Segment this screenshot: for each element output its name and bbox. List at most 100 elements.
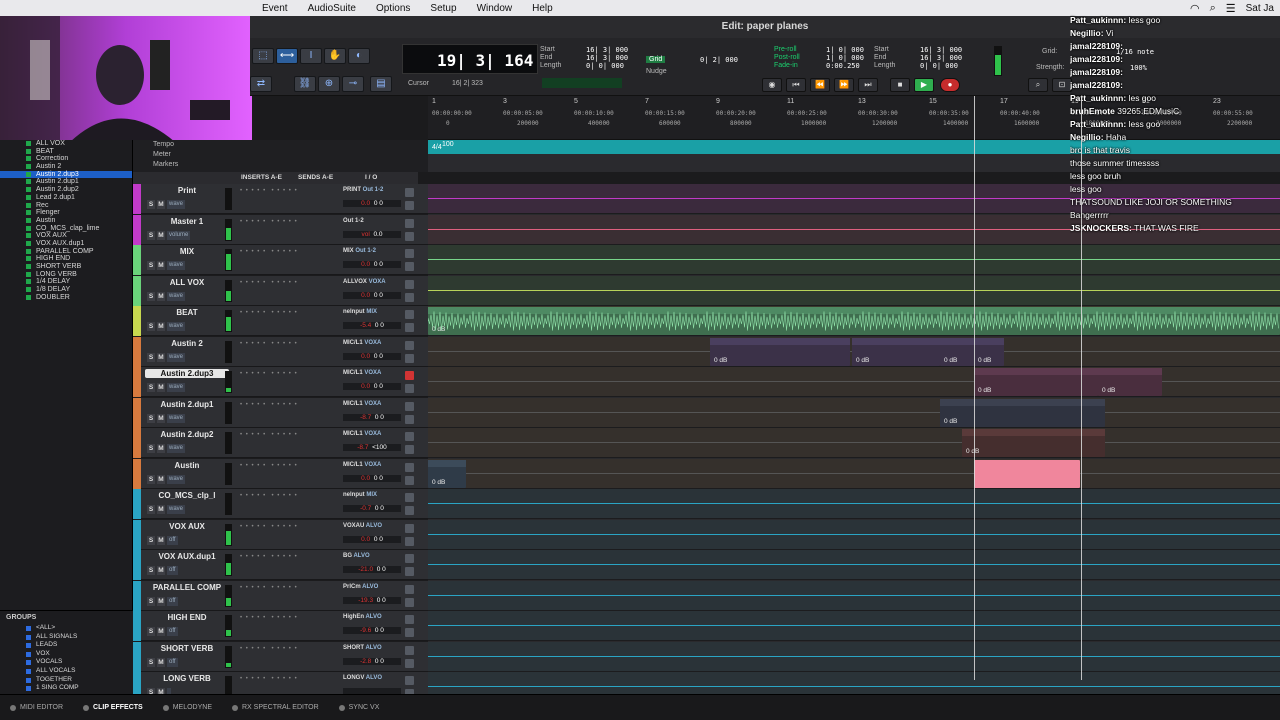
clip-list-item[interactable]: Austin 2.dup1: [0, 178, 132, 186]
track-record-icon[interactable]: [405, 310, 414, 319]
track-name[interactable]: ALL VOX: [145, 278, 229, 287]
track-view-selector[interactable]: wave: [167, 261, 186, 270]
solo-button[interactable]: S: [147, 413, 155, 423]
track-view-selector[interactable]: wave: [167, 322, 186, 331]
mute-button[interactable]: M: [157, 413, 165, 423]
clip-list-item[interactable]: SHORT VERB: [0, 263, 132, 271]
track-header[interactable]: CO_MCS_clp_l S Mwave • • • • • • • • • • nel…: [133, 489, 428, 519]
group-item[interactable]: 1 SING COMP: [0, 684, 133, 693]
mute-button[interactable]: M: [157, 261, 165, 270]
clip-list-item[interactable]: Rec: [0, 202, 132, 210]
track-header[interactable]: Austin 2.dup2 S Mwave • • • • • • • • • • MI…: [133, 428, 428, 458]
tab-rx-spectral-editor[interactable]: RX SPECTRAL EDITOR: [222, 704, 329, 711]
track-volume-pan[interactable]: 0.0 0 0: [343, 474, 401, 482]
fadein-label[interactable]: Fade-in: [774, 62, 798, 69]
mute-button[interactable]: M: [157, 352, 165, 362]
austin2-dup3-clip[interactable]: 0 dB: [1098, 368, 1162, 396]
online-button[interactable]: ◉: [762, 78, 782, 92]
track-view-selector[interactable]: wave: [167, 383, 186, 392]
tab-midi-editor[interactable]: MIDI EDITOR: [0, 704, 73, 711]
go-to-end-button[interactable]: ⏭: [858, 78, 878, 92]
track-playlist-icon[interactable]: [405, 567, 414, 576]
track-playlist-icon[interactable]: [405, 445, 414, 454]
solo-button[interactable]: S: [147, 291, 155, 301]
track-record-icon[interactable]: [405, 615, 414, 624]
track-record-icon[interactable]: [405, 340, 414, 350]
insert-slots[interactable]: • • • • • • • • • •: [240, 493, 338, 499]
mute-button[interactable]: M: [157, 200, 165, 209]
track-name[interactable]: Master 1: [145, 217, 229, 226]
zoom-search-button[interactable]: ⌕: [1028, 78, 1048, 92]
quantize-button[interactable]: ⊡: [1052, 78, 1072, 92]
rewind-button[interactable]: ⏪: [810, 78, 830, 92]
menu-window[interactable]: Window: [467, 3, 523, 14]
tab-melodyne[interactable]: MELODYNE: [153, 704, 222, 711]
track-io[interactable]: MIC/L1 VOXA: [343, 462, 401, 468]
track-view-selector[interactable]: wave: [167, 200, 186, 209]
track-io[interactable]: Out 1-2: [343, 218, 401, 224]
mute-button[interactable]: M: [157, 291, 165, 301]
track-name[interactable]: Austin 2.dup1: [145, 400, 229, 409]
scrubber-tool-button[interactable]: ◐: [348, 48, 370, 64]
solo-button[interactable]: S: [147, 535, 155, 545]
start-value-2[interactable]: 16| 3| 000: [920, 46, 962, 54]
length-value-2[interactable]: 0| 0| 000: [920, 62, 958, 70]
track-lane[interactable]: [428, 397, 1280, 428]
track-lane[interactable]: [428, 672, 1280, 694]
track-name[interactable]: HIGH END: [145, 613, 229, 622]
track-io[interactable]: MIX Out 1-2: [343, 248, 401, 254]
track-header[interactable]: Master 1 S Mvolume • • • • • • • • • • Out 1…: [133, 214, 428, 245]
track-name[interactable]: Print: [145, 186, 229, 195]
track-volume-pan[interactable]: -8.7 <100: [343, 444, 401, 451]
track-name[interactable]: PARALLEL COMP: [145, 583, 229, 592]
track-playlist-icon[interactable]: [405, 658, 414, 668]
tab-sync-vx[interactable]: SYNC VX: [329, 704, 390, 711]
solo-button[interactable]: S: [147, 596, 155, 606]
zoom-tool-button[interactable]: ⬚: [252, 48, 274, 64]
menu-event[interactable]: Event: [252, 3, 298, 14]
insert-slots[interactable]: • • • • • • • • • •: [240, 646, 338, 652]
solo-button[interactable]: S: [147, 444, 155, 453]
start-value[interactable]: 16| 3| 000: [586, 46, 628, 54]
clip-list-item[interactable]: Correction: [0, 155, 132, 163]
tab-to-transient-button[interactable]: ⊸: [342, 76, 364, 92]
tab-clip-effects[interactable]: CLIP EFFECTS: [73, 704, 153, 711]
mirror-midi-button[interactable]: ▤: [370, 76, 392, 92]
mute-button[interactable]: M: [157, 657, 165, 667]
mute-button[interactable]: M: [157, 596, 165, 606]
austin2-dup3-clip[interactable]: 0 dB: [974, 368, 1098, 396]
search-icon[interactable]: ⌕: [1210, 2, 1216, 15]
insert-slots[interactable]: • • • • • • • • • •: [240, 371, 338, 377]
edit-cursor-line[interactable]: [1081, 96, 1082, 680]
rewind-to-start-button[interactable]: ⏮: [786, 78, 806, 92]
track-name[interactable]: Austin 2.dup2: [145, 430, 229, 439]
track-view-selector[interactable]: wave: [167, 444, 186, 453]
link-button[interactable]: ⛓: [294, 76, 316, 92]
track-record-icon[interactable]: [405, 645, 414, 655]
stop-button[interactable]: ■: [890, 78, 910, 92]
track-record-icon[interactable]: [405, 401, 414, 411]
end-value[interactable]: 16| 3| 000: [586, 54, 628, 62]
track-view-selector[interactable]: off: [167, 535, 178, 545]
length-value[interactable]: 0| 0| 000: [586, 62, 624, 70]
track-record-icon[interactable]: [405, 523, 414, 533]
track-view-selector[interactable]: wave: [167, 291, 186, 301]
wifi-icon[interactable]: ◠: [1190, 2, 1200, 15]
track-name[interactable]: Austin: [145, 461, 229, 470]
track-playlist-icon[interactable]: [405, 536, 414, 546]
track-lane[interactable]: [428, 489, 1280, 519]
clip-list-item[interactable]: Austin 2.dup3: [0, 170, 132, 179]
record-button[interactable]: ●: [940, 78, 960, 92]
track-lane[interactable]: [428, 641, 1280, 672]
playhead-line[interactable]: [974, 96, 975, 680]
track-lane[interactable]: [428, 428, 1280, 458]
track-playlist-icon[interactable]: [405, 597, 414, 607]
solo-button[interactable]: S: [147, 627, 155, 636]
track-lane[interactable]: [428, 611, 1280, 641]
postroll-value[interactable]: 1| 0| 000: [826, 54, 864, 62]
clip-list-item[interactable]: DOUBLER: [0, 294, 132, 302]
clip-list-item[interactable]: CO_MCS_clap_lime: [0, 225, 132, 233]
insert-slots[interactable]: • • • • • • • • • •: [240, 310, 338, 316]
insert-slots[interactable]: • • • • • • • • • •: [240, 585, 338, 591]
menu-help[interactable]: Help: [522, 3, 563, 14]
